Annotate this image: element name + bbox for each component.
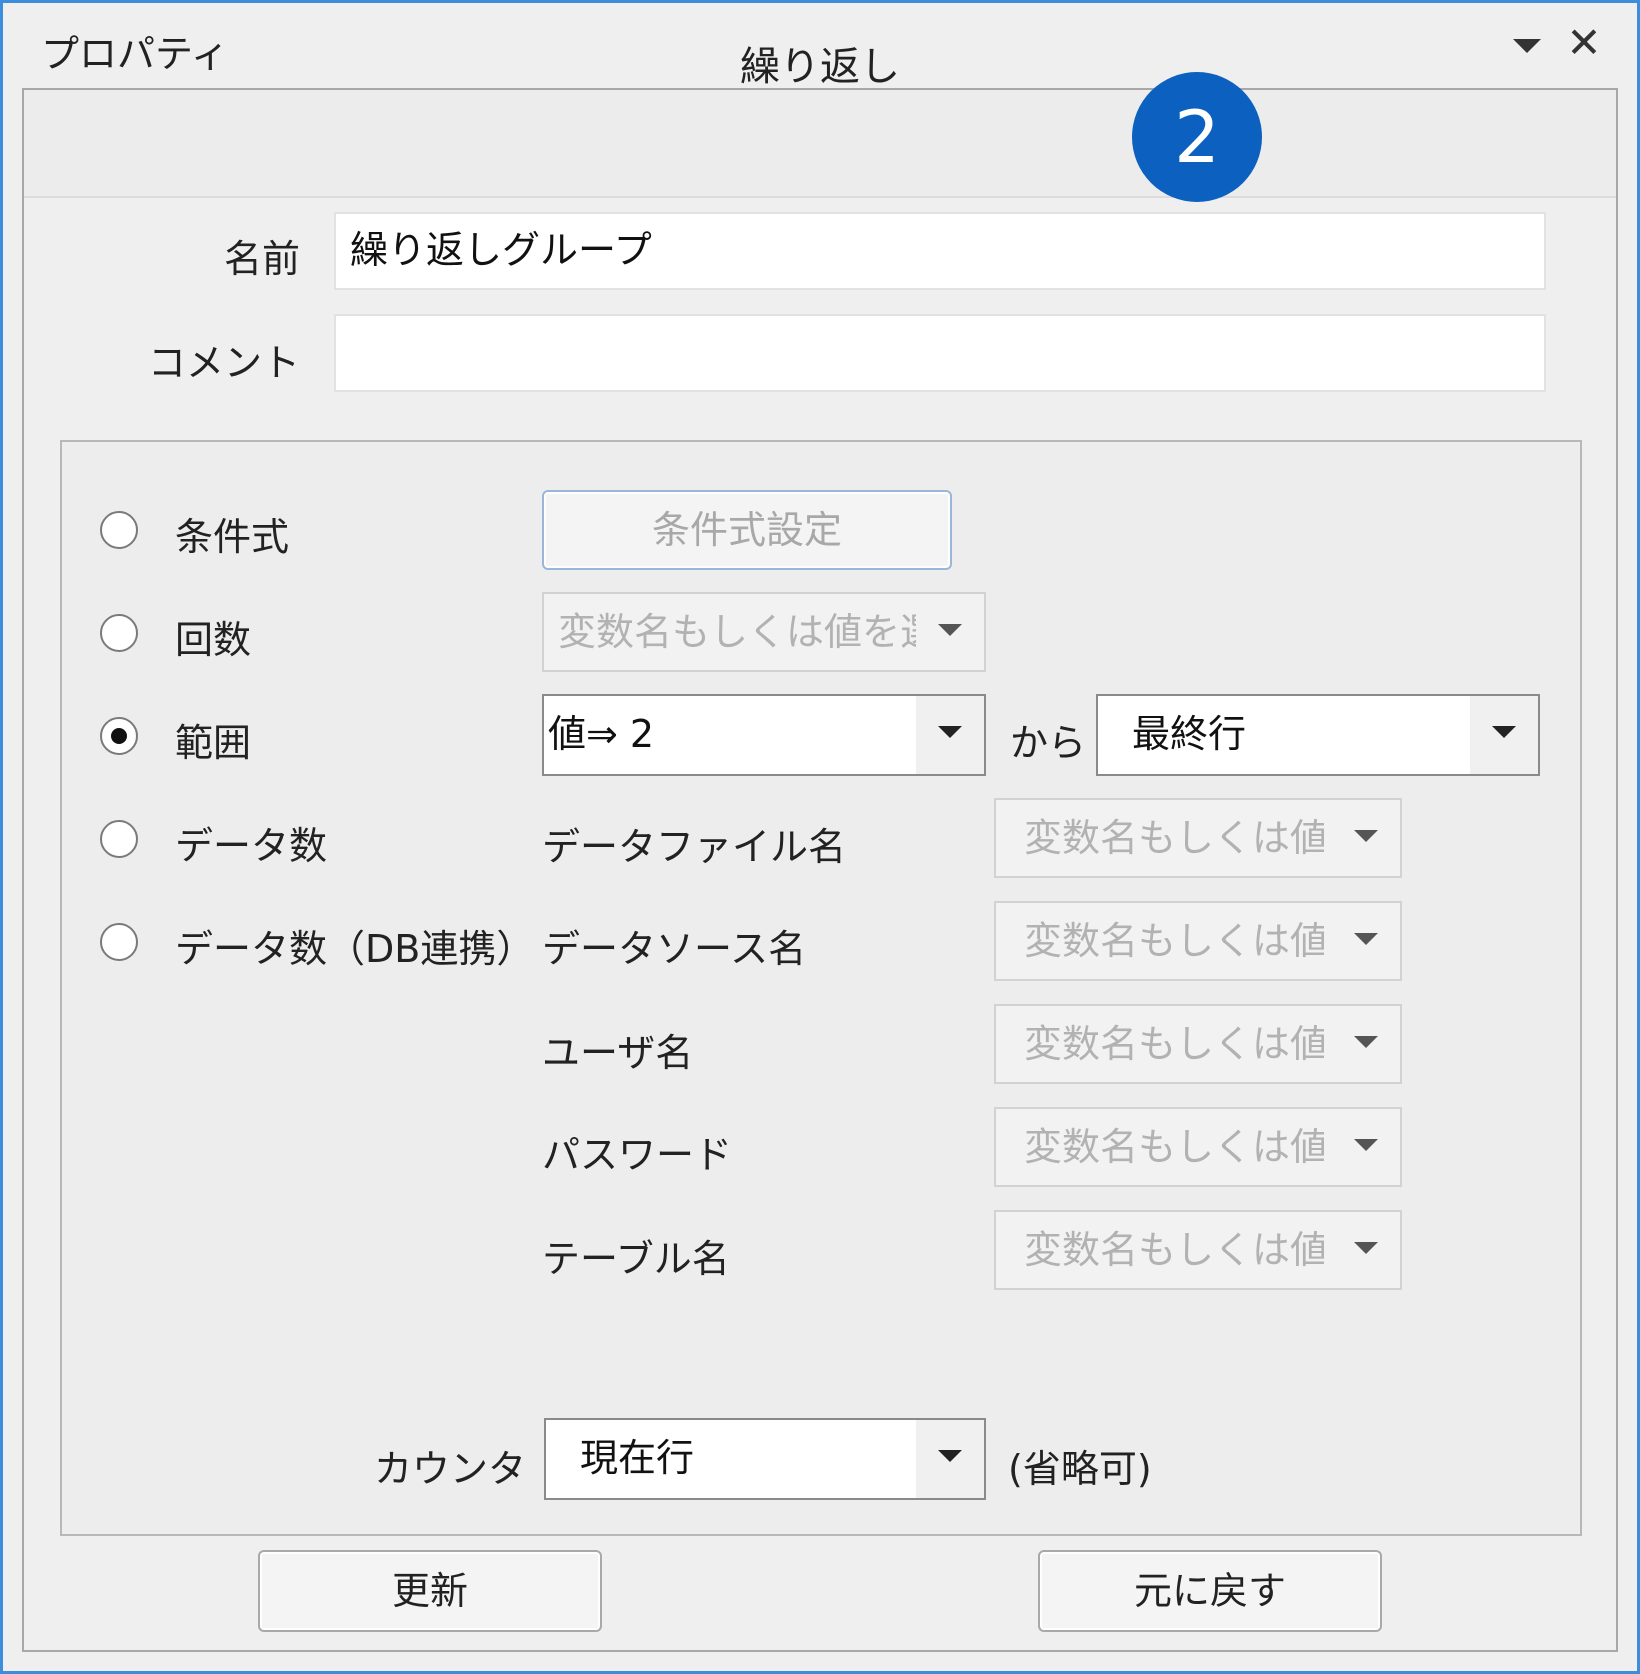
chevron-down-icon [938, 1450, 962, 1462]
radio-count[interactable] [100, 614, 138, 652]
table-placeholder: 変数名もしくは値を [1024, 1228, 1324, 1272]
revert-button[interactable]: 元に戻す [1038, 1550, 1382, 1632]
count-combo[interactable]: 変数名もしくは値を選 [542, 592, 986, 672]
header-band [24, 90, 1616, 198]
data-file-label: データファイル名 [542, 825, 847, 869]
chevron-down-icon [1354, 1036, 1378, 1048]
radio-count-label: 回数 [175, 618, 252, 662]
comment-label: コメント [147, 341, 300, 385]
range-from-value: 値⇒ 2 [548, 712, 655, 756]
radio-data-count-db[interactable] [100, 923, 138, 961]
step-number-badge: 2 [1132, 72, 1262, 202]
chevron-down-icon [1492, 726, 1516, 738]
chevron-down-icon [938, 624, 962, 636]
user-label: ユーザ名 [542, 1031, 694, 1075]
update-button[interactable]: 更新 [258, 1550, 602, 1632]
data-source-combo[interactable]: 変数名もしくは値を [994, 901, 1402, 981]
radio-condition[interactable] [100, 511, 138, 549]
count-combo-value: 変数名もしくは値を選 [558, 610, 918, 654]
chevron-down-icon [1354, 933, 1378, 945]
password-placeholder: 変数名もしくは値を [1024, 1125, 1324, 1169]
name-label: 名前 [223, 237, 300, 281]
counter-combo[interactable]: 現在行 [544, 1418, 986, 1500]
range-to-combo[interactable]: 最終行 [1096, 694, 1540, 776]
counter-optional-note: (省略可) [1008, 1447, 1152, 1491]
chevron-down-icon [1354, 1242, 1378, 1254]
chevron-down-icon [938, 726, 962, 738]
name-input[interactable]: 繰り返しグループ [334, 212, 1546, 290]
radio-data-count[interactable] [100, 820, 138, 858]
password-label: パスワード [542, 1133, 733, 1177]
chevron-down-icon [1354, 830, 1378, 842]
counter-value: 現在行 [580, 1436, 695, 1480]
radio-range[interactable] [100, 717, 138, 755]
data-source-placeholder: 変数名もしくは値を [1024, 919, 1324, 963]
data-source-label: データソース名 [542, 927, 807, 971]
condition-settings-button[interactable]: 条件式設定 [542, 490, 952, 570]
radio-data-count-label: データ数 [175, 824, 328, 868]
range-from-combo[interactable]: 値⇒ 2 [542, 694, 986, 776]
radio-condition-label: 条件式 [175, 515, 290, 559]
user-placeholder: 変数名もしくは値を [1024, 1022, 1324, 1066]
password-combo[interactable]: 変数名もしくは値を [994, 1107, 1402, 1187]
data-file-placeholder: 変数名もしくは値を [1024, 816, 1324, 860]
comment-input[interactable] [334, 314, 1546, 392]
user-combo[interactable]: 変数名もしくは値を [994, 1004, 1402, 1084]
radio-data-count-db-label: データ数（DB連携） [175, 927, 535, 971]
section-title: 繰り返し [740, 44, 900, 90]
radio-range-label: 範囲 [175, 721, 252, 765]
chevron-down-icon [1354, 1139, 1378, 1151]
data-file-combo[interactable]: 変数名もしくは値を [994, 798, 1402, 878]
range-connector-label: から [1010, 721, 1087, 765]
table-combo[interactable]: 変数名もしくは値を [994, 1210, 1402, 1290]
range-to-value: 最終行 [1132, 712, 1247, 756]
table-label: テーブル名 [542, 1237, 730, 1281]
counter-label: カウンタ [373, 1447, 526, 1491]
